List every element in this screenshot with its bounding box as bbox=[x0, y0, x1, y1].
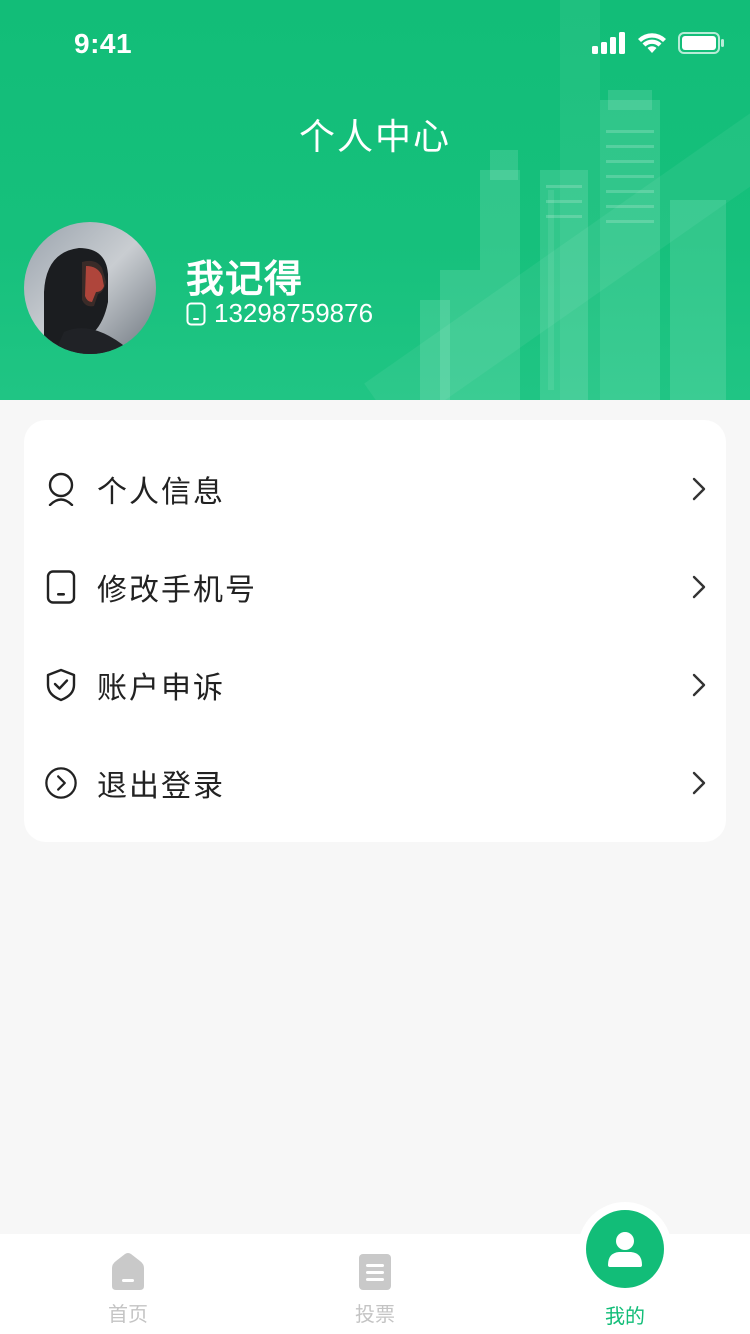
menu-item-personal-info[interactable]: 个人信息 bbox=[24, 440, 726, 538]
document-icon bbox=[359, 1254, 391, 1290]
phone-number: 13298759876 bbox=[214, 298, 374, 328]
tab-vote[interactable]: 投票 bbox=[250, 1234, 500, 1334]
menu-label: 修改手机号 bbox=[97, 574, 257, 607]
tab-label: 我的 bbox=[605, 1306, 645, 1328]
user-icon bbox=[44, 472, 78, 506]
profile-page: 9:41 个人中心 我记得 13298759876 个人信息 修改手机号 账户申… bbox=[0, 0, 750, 1334]
tab-home[interactable]: 首页 bbox=[3, 1234, 253, 1334]
menu-label: 退出登录 bbox=[97, 770, 225, 803]
tab-label: 首页 bbox=[108, 1304, 148, 1326]
shield-check-icon bbox=[44, 668, 78, 702]
home-icon bbox=[112, 1253, 144, 1290]
tab-mine-icon-button[interactable] bbox=[586, 1210, 664, 1288]
menu-label: 个人信息 bbox=[97, 476, 225, 509]
chevron-right-icon bbox=[692, 673, 706, 697]
menu-item-logout[interactable]: 退出登录 bbox=[24, 734, 726, 832]
page-title: 个人中心 bbox=[298, 116, 451, 157]
status-bar: 9:41 bbox=[0, 0, 750, 88]
tab-label: 投票 bbox=[355, 1304, 395, 1326]
menu-item-account-appeal[interactable]: 账户申诉 bbox=[24, 636, 726, 734]
phone-icon bbox=[186, 302, 206, 325]
avatar-photo bbox=[24, 222, 156, 354]
menu-card: 个人信息 修改手机号 账户申诉 退出登录 bbox=[24, 420, 726, 842]
user-name: 我记得 bbox=[186, 259, 304, 301]
status-icons bbox=[592, 32, 724, 54]
avatar[interactable] bbox=[24, 222, 156, 354]
user-phone: 13298759876 bbox=[186, 298, 373, 329]
phone-icon bbox=[44, 570, 78, 604]
chevron-right-icon bbox=[692, 771, 706, 795]
wifi-icon bbox=[638, 33, 666, 53]
logout-circle-icon bbox=[44, 766, 78, 800]
status-time: 9:41 bbox=[74, 28, 133, 59]
person-icon bbox=[608, 1232, 642, 1267]
menu-item-change-phone[interactable]: 修改手机号 bbox=[24, 538, 726, 636]
battery-icon bbox=[678, 32, 724, 54]
header-banner: 9:41 个人中心 我记得 13298759876 bbox=[0, 0, 750, 400]
chevron-right-icon bbox=[692, 477, 706, 501]
menu-label: 账户申诉 bbox=[97, 672, 225, 705]
chevron-right-icon bbox=[692, 575, 706, 599]
signal-icon bbox=[592, 32, 625, 54]
